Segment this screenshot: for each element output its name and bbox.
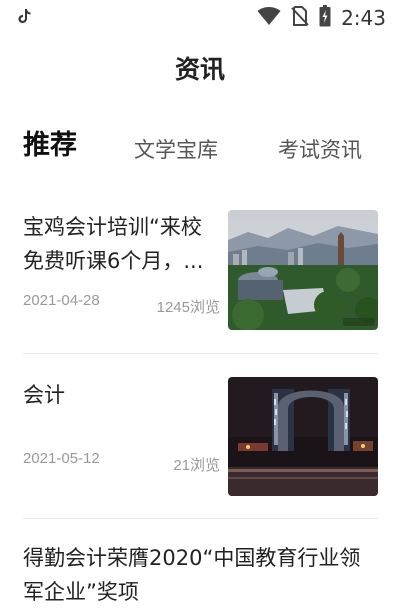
no-sim-icon [291,6,309,30]
tiktok-icon [18,8,32,28]
news-views: 21浏览 [173,457,220,474]
news-title: 会计 [23,383,65,407]
tab-exam-news[interactable]: 考试资讯 [278,134,362,164]
tab-recommended[interactable]: 推荐 [23,123,77,162]
divider [23,353,378,354]
news-title: 得勤会计荣膺2020“中国教育行业领军企业”奖项 [23,546,361,604]
wifi-icon [257,6,281,30]
tab-literature[interactable]: 文学宝库 [134,134,218,164]
status-time: 2:43 [341,6,386,30]
news-date: 2021-04-28 [23,292,100,309]
status-bar: 2:43 [0,0,400,36]
news-item[interactable]: 会计 2021-05-12 21浏览 [23,377,378,497]
news-date: 2021-05-12 [23,450,100,467]
divider [23,518,378,519]
category-tabs: 推荐 文学宝库 考试资讯 [0,128,400,168]
news-thumbnail [228,377,378,496]
news-title: 宝鸡会计培训“来校免费听课6个月，... [23,215,204,273]
page-title: 资讯 [174,55,225,84]
news-item[interactable]: 得勤会计荣膺2020“中国教育行业领军企业”奖项 [23,541,378,611]
battery-icon [319,5,331,31]
news-item[interactable]: 宝鸡会计培训“来校免费听课6个月，... 2021-04-28 1245浏览 [23,210,378,330]
news-thumbnail [228,210,378,330]
news-views: 1245浏览 [156,299,220,316]
